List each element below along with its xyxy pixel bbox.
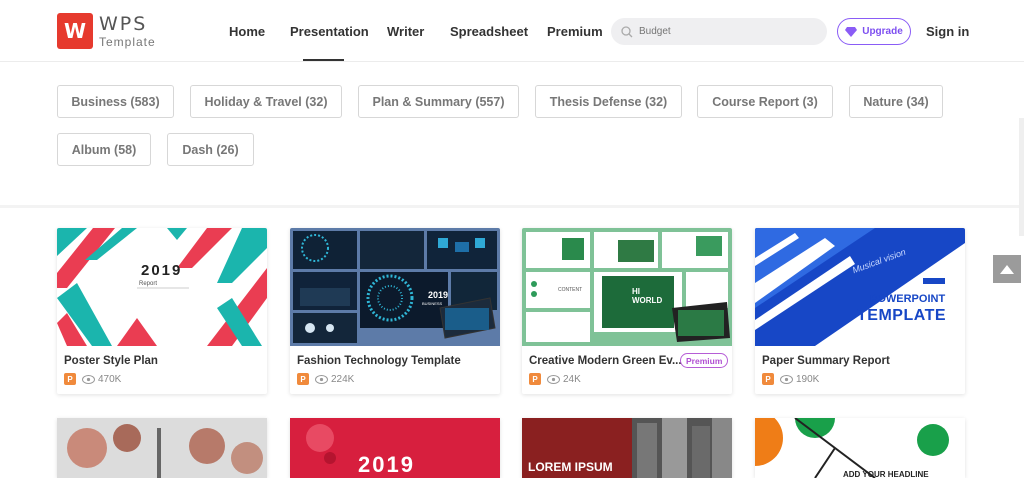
thumbnail-subtitle: TEMPLATE [857, 307, 947, 324]
nav-home[interactable]: Home [229, 24, 265, 39]
template-card[interactable]: 2019 BUSINESS Fashion Technology Templat… [290, 228, 500, 394]
thumbnail-subtitle: CONTENT [558, 287, 583, 293]
nav-spreadsheet[interactable]: Spreadsheet [450, 24, 528, 39]
signin-link[interactable]: Sign in [926, 24, 969, 39]
eye-icon [315, 374, 328, 384]
search-icon [621, 25, 633, 37]
floral-thumbnail-art [57, 418, 267, 478]
category-chip[interactable]: Business (583) [57, 85, 174, 118]
template-card-partial[interactable] [57, 418, 267, 478]
nav-premium[interactable]: Premium [547, 24, 603, 39]
template-card-partial[interactable]: ADD YOUR HEADLINE [755, 418, 965, 478]
category-chip[interactable]: Holiday & Travel (32) [190, 85, 342, 118]
category-chip[interactable]: Plan & Summary (557) [358, 85, 519, 118]
template-title[interactable]: Paper Summary Report [762, 355, 890, 367]
category-chip[interactable]: Thesis Defense (32) [535, 85, 682, 118]
logo-name: WPS [99, 12, 148, 35]
template-title[interactable]: Poster Style Plan [64, 355, 158, 367]
template-card[interactable]: 2019 Report Poster Style Plan P 470K [57, 228, 267, 394]
nav-writer[interactable]: Writer [387, 24, 424, 39]
wps-logo-mark: W [57, 13, 93, 49]
template-card-partial[interactable]: LOREM IPSUM [522, 418, 732, 478]
nav-presentation[interactable]: Presentation [290, 24, 369, 39]
template-thumbnail[interactable]: Musical vision POWERPOINT TEMPLATE [755, 228, 965, 346]
view-count: 190K [796, 373, 820, 385]
eye-icon [780, 374, 793, 384]
poster-thumbnail-art [57, 228, 267, 346]
geometric-thumbnail-art [755, 418, 965, 478]
upgrade-label: Upgrade [862, 26, 903, 37]
category-chip[interactable]: Course Report (3) [697, 85, 833, 118]
thumbnail-year: 2019 [358, 452, 415, 477]
back-to-top-button[interactable] [993, 255, 1021, 283]
ppt-icon: P [64, 373, 76, 385]
thumbnail-headline: ADD YOUR HEADLINE [843, 470, 929, 478]
thumbnail-subtitle: BUSINESS [422, 301, 443, 306]
category-chip[interactable]: Dash (26) [167, 133, 254, 166]
ppt-icon: P [529, 373, 541, 385]
template-title[interactable]: Creative Modern Green Ev... [529, 355, 682, 367]
scrollbar-edge[interactable] [1019, 118, 1024, 236]
template-title[interactable]: Fashion Technology Template [297, 355, 461, 367]
diamond-icon [845, 26, 858, 37]
ppt-icon: P [762, 373, 774, 385]
eye-icon [547, 374, 560, 384]
blue-thumbnail-art [755, 228, 965, 346]
view-count: 24K [563, 373, 581, 385]
category-chip[interactable]: Nature (34) [849, 85, 943, 118]
wps-logo[interactable]: W WPS Template [57, 13, 156, 49]
tech-thumbnail-art [290, 228, 500, 346]
thumbnail-year: 2019 [141, 262, 183, 279]
search-input[interactable] [639, 26, 809, 37]
chevron-up-icon [1000, 264, 1014, 274]
template-card-partial[interactable]: 2019 [290, 418, 500, 478]
view-count: 470K [98, 373, 122, 385]
template-thumbnail[interactable]: 2019 Report [57, 228, 267, 346]
template-thumbnail[interactable]: 2019 BUSINESS [290, 228, 500, 346]
thumbnail-headline: HI WORLD [632, 287, 663, 305]
thumbnail-subtitle: Report [139, 281, 158, 287]
eye-icon [82, 374, 95, 384]
template-card[interactable]: Musical vision POWERPOINT TEMPLATE Paper… [755, 228, 965, 394]
green-thumbnail-art [522, 228, 732, 346]
category-chip[interactable]: Album (58) [57, 133, 151, 166]
template-card[interactable]: HI WORLD CONTENT Creative Modern Green E… [522, 228, 732, 394]
template-thumbnail[interactable]: HI WORLD CONTENT [522, 228, 732, 346]
upgrade-button[interactable]: Upgrade [837, 18, 911, 45]
logo-subtitle: Template [99, 34, 156, 49]
ppt-icon: P [297, 373, 309, 385]
active-tab-indicator [303, 59, 344, 61]
search-box[interactable] [611, 18, 827, 45]
thumbnail-headline: POWERPOINT [870, 293, 946, 305]
premium-badge: Premium [680, 353, 729, 368]
view-count: 224K [331, 373, 355, 385]
thumbnail-year: 2019 [428, 290, 449, 300]
header: W WPS Template Home Presentation Writer … [0, 0, 1024, 62]
section-divider [0, 205, 1024, 208]
thumbnail-headline: LOREM IPSUM [528, 460, 613, 474]
